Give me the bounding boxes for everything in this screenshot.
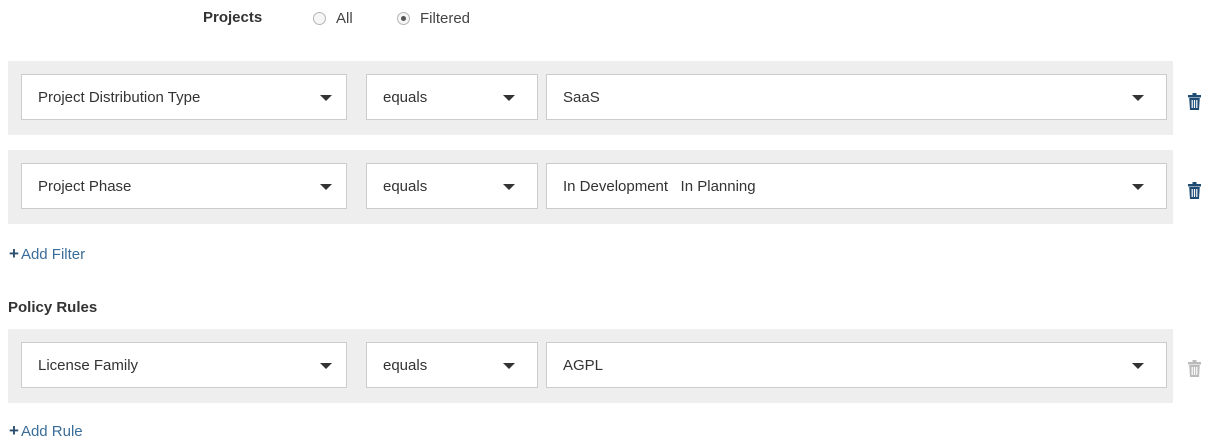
radio-filtered-circle[interactable] — [397, 12, 410, 25]
caret-down-icon — [320, 184, 332, 190]
radio-all-label: All — [336, 10, 353, 27]
rule-1-value-text: AGPL — [563, 357, 604, 374]
radio-filtered-label: Filtered — [420, 10, 471, 27]
filter-1-field-select[interactable]: Project Distribution Type — [21, 74, 347, 120]
caret-down-icon — [1132, 363, 1144, 369]
filter-2-delete-button[interactable] — [1188, 182, 1201, 199]
caret-down-icon — [503, 95, 515, 101]
projects-label: Projects — [203, 9, 263, 26]
filter-1-operator-select[interactable]: equals — [366, 74, 538, 120]
filter-1-value-text: SaaS — [563, 89, 600, 106]
filter-1-operator-value: equals — [383, 89, 428, 106]
projects-scope-row: Projects All Filtered — [0, 0, 1213, 40]
rule-1-value-select[interactable]: AGPL — [546, 342, 1167, 388]
filter-2-field-select[interactable]: Project Phase — [21, 163, 347, 209]
filter-2-value-select[interactable]: In Development In Planning — [546, 163, 1167, 209]
caret-down-icon — [320, 95, 332, 101]
add-rule-link[interactable]: + Add Rule — [9, 421, 83, 441]
filter-2-field-value: Project Phase — [38, 178, 132, 195]
caret-down-icon — [503, 363, 515, 369]
plus-icon: + — [9, 244, 19, 263]
filter-1-value-select[interactable]: SaaS — [546, 74, 1167, 120]
caret-down-icon — [320, 363, 332, 369]
filter-2-operator-select[interactable]: equals — [366, 163, 538, 209]
add-filter-link[interactable]: + Add Filter — [9, 244, 85, 264]
caret-down-icon — [1132, 95, 1144, 101]
filter-1-field-value: Project Distribution Type — [38, 89, 201, 106]
rule-1-operator-select[interactable]: equals — [366, 342, 538, 388]
trash-icon — [1188, 93, 1201, 110]
rule-1-field-select[interactable]: License Family — [21, 342, 347, 388]
trash-icon — [1188, 182, 1201, 199]
caret-down-icon — [1132, 184, 1144, 190]
rule-1-field-value: License Family — [38, 357, 139, 374]
rule-1-operator-value: equals — [383, 357, 428, 374]
filter-row-1: Project Distribution Type equals SaaS — [8, 61, 1173, 135]
plus-icon: + — [9, 421, 19, 440]
filter-2-operator-value: equals — [383, 178, 428, 195]
rule-1-delete-button[interactable] — [1188, 360, 1201, 377]
filter-row-2: Project Phase equals In Development In P… — [8, 150, 1173, 224]
trash-icon — [1188, 360, 1201, 377]
radio-all[interactable]: All — [313, 10, 353, 27]
radio-all-circle[interactable] — [313, 12, 326, 25]
filter-2-value-text: In Development In Planning — [563, 178, 756, 195]
caret-down-icon — [503, 184, 515, 190]
add-filter-label: Add Filter — [20, 245, 86, 263]
filter-1-delete-button[interactable] — [1188, 93, 1201, 110]
policy-rules-title: Policy Rules — [8, 299, 98, 316]
radio-filtered[interactable]: Filtered — [397, 10, 470, 27]
rule-row-1: License Family equals AGPL — [8, 329, 1173, 403]
add-rule-label: Add Rule — [20, 422, 83, 440]
